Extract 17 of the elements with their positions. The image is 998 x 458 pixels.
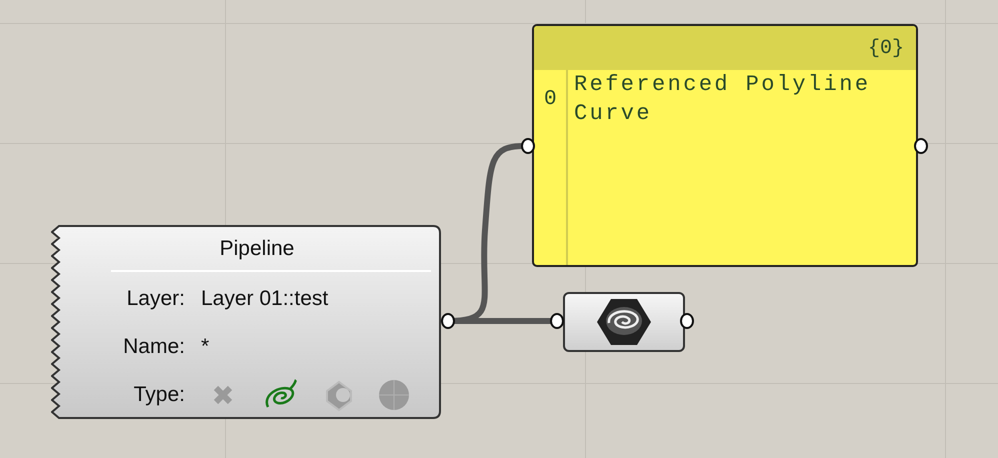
connection-grip[interactable] [680, 313, 694, 329]
field-label: Layer: [126, 287, 185, 311]
item-index: 0 [544, 88, 557, 111]
connection-grip[interactable] [550, 313, 564, 329]
field-label: Type: [132, 383, 185, 407]
connection-grip[interactable] [914, 138, 928, 154]
connection-grip[interactable] [521, 138, 535, 154]
component-node[interactable]: Pipeline Layer: Layer 01::test Name: * Type: [51, 225, 441, 419]
parameter-node[interactable] [563, 292, 685, 352]
spiral-icon [595, 297, 653, 347]
field-value[interactable]: Layer 01::test [201, 287, 328, 311]
panel-text: Referenced Polyline Curve [573, 71, 872, 128]
field-label: Name: [122, 335, 185, 359]
field-value[interactable]: * [201, 335, 210, 359]
branch-path: {0} [868, 36, 904, 60]
node-title: Pipeline [218, 236, 296, 262]
connection-grip[interactable] [441, 313, 455, 329]
